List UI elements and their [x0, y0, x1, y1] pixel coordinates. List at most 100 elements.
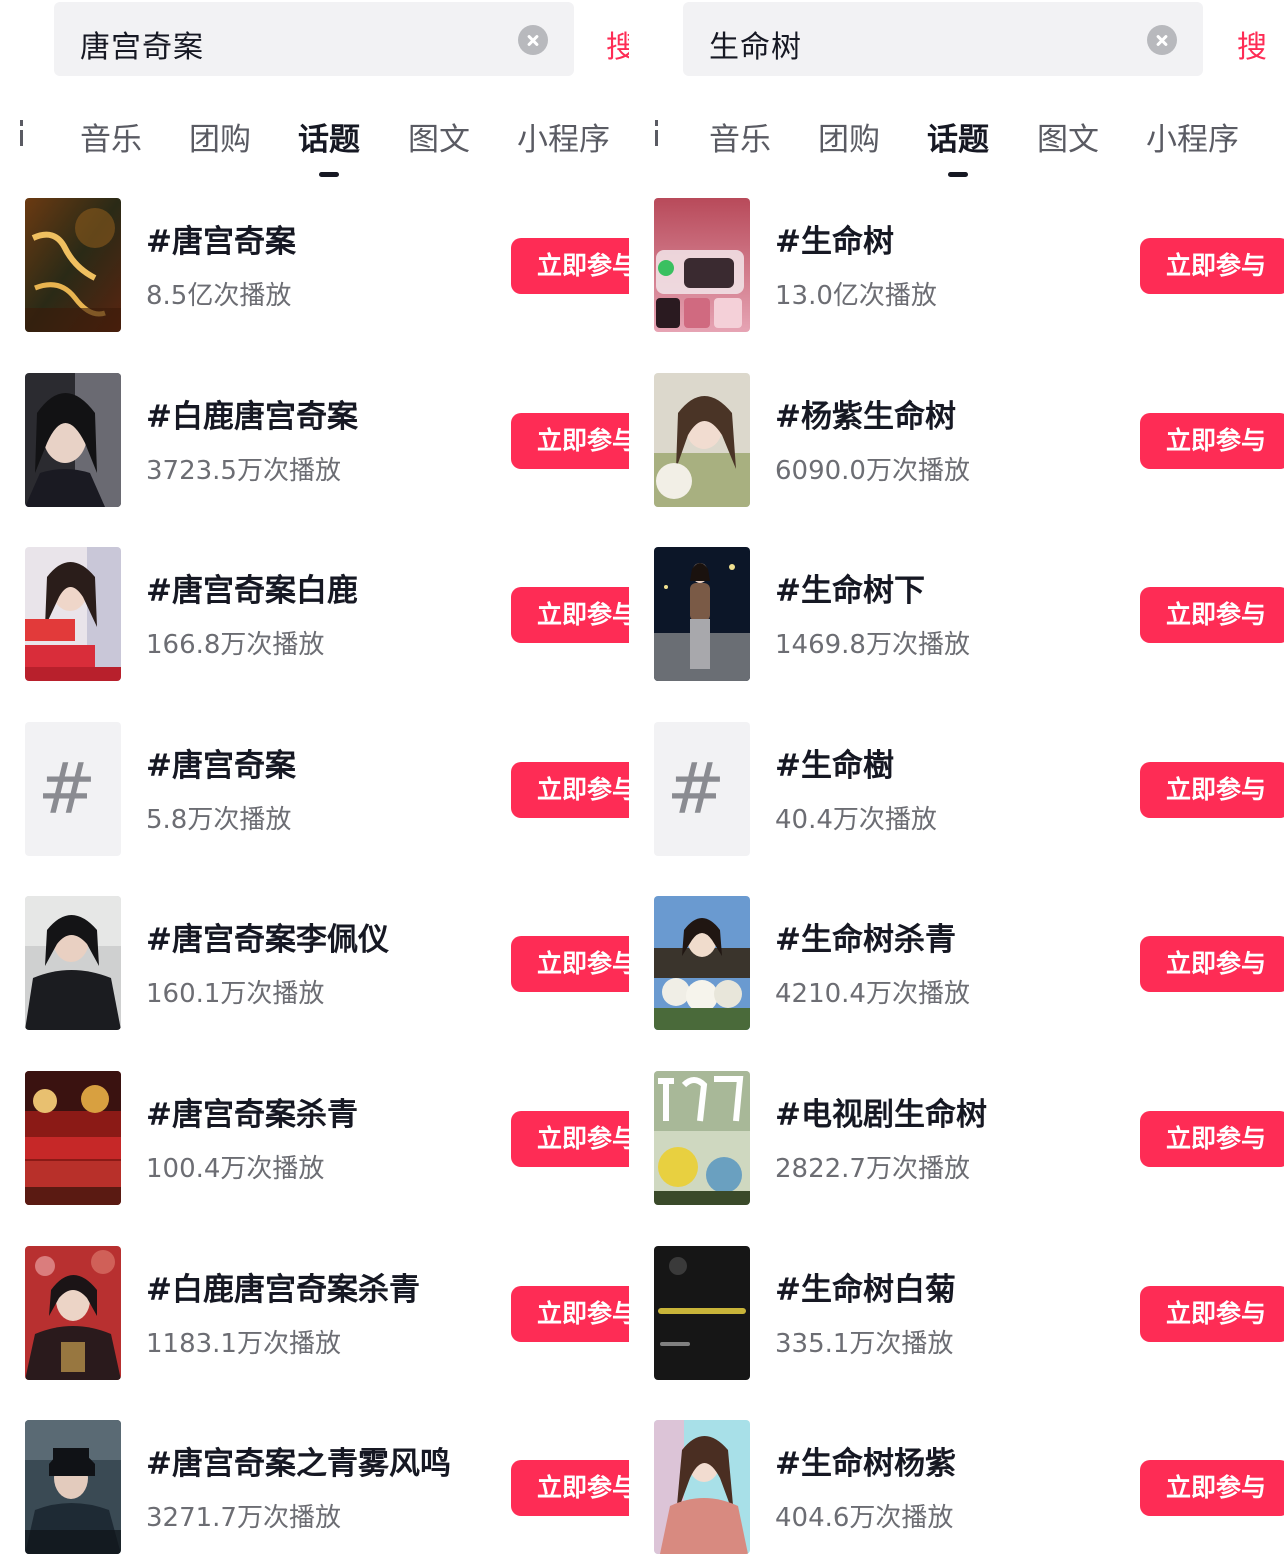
- tab-image-text[interactable]: 图文: [1037, 114, 1099, 159]
- topic-title: #生命树白菊: [775, 1272, 956, 1308]
- tab-mini-program[interactable]: 小程序: [517, 114, 610, 159]
- tab-topics[interactable]: 话题: [298, 114, 360, 159]
- play-count: 5.8万次播放: [146, 805, 292, 835]
- play-count: 335.1万次播放: [775, 1329, 954, 1359]
- list-item[interactable]: #生命树下 1469.8万次播放 立即参与: [629, 547, 1284, 683]
- tab-partial[interactable]: [20, 120, 24, 146]
- left-search-panel: 唐宫奇案 搜 音乐 团购 话题 图文 小程序 #唐宫奇案 8.5亿次播放 立即参…: [0, 0, 629, 1563]
- hashtag-icon: #: [666, 748, 726, 830]
- play-count: 1183.1万次播放: [146, 1329, 341, 1359]
- tab-image-text[interactable]: 图文: [408, 114, 470, 159]
- join-button[interactable]: 立即参与: [511, 762, 629, 818]
- join-button[interactable]: 立即参与: [511, 238, 629, 294]
- join-button[interactable]: 立即参与: [511, 1111, 629, 1167]
- topic-thumbnail: [654, 1420, 750, 1554]
- topic-thumbnail: [25, 896, 121, 1030]
- tab-group-buy[interactable]: 团购: [189, 114, 251, 159]
- join-button[interactable]: 立即参与: [511, 1460, 629, 1516]
- list-item[interactable]: #唐宫奇案 8.5亿次播放 立即参与: [0, 198, 629, 334]
- join-button[interactable]: 立即参与: [511, 587, 629, 643]
- list-item[interactable]: #白鹿唐宫奇案 3723.5万次播放 立即参与: [0, 373, 629, 509]
- search-bar: 唐宫奇案 搜: [0, 0, 629, 80]
- hashtag-icon: #: [37, 748, 97, 830]
- play-count: 2822.7万次播放: [775, 1154, 970, 1184]
- tab-music[interactable]: 音乐: [80, 114, 142, 159]
- list-item[interactable]: #白鹿唐宫奇案杀青 1183.1万次播放 立即参与: [0, 1246, 629, 1382]
- join-button[interactable]: 立即参与: [511, 413, 629, 469]
- topic-title: #白鹿唐宫奇案: [146, 399, 358, 435]
- play-count: 4210.4万次播放: [775, 979, 970, 1009]
- tab-music[interactable]: 音乐: [709, 114, 771, 159]
- topic-thumbnail: [25, 1246, 121, 1380]
- join-button[interactable]: 立即参与: [1140, 762, 1284, 818]
- topic-title: #生命树下: [775, 573, 925, 609]
- topic-title: #唐宫奇案: [146, 748, 296, 784]
- topic-thumbnail: #: [25, 722, 121, 856]
- tab-mini-program[interactable]: 小程序: [1146, 114, 1239, 159]
- search-input[interactable]: 生命树: [683, 2, 1203, 76]
- topic-title: #杨紫生命树: [775, 399, 956, 435]
- clear-icon[interactable]: [518, 25, 548, 55]
- topic-thumbnail: [25, 547, 121, 681]
- join-button[interactable]: 立即参与: [1140, 936, 1284, 992]
- topic-title: #生命树杀青: [775, 922, 956, 958]
- topic-title: #唐宫奇案白鹿: [146, 573, 358, 609]
- search-button[interactable]: 搜: [606, 22, 629, 66]
- topic-thumbnail: [654, 547, 750, 681]
- search-query: 唐宫奇案: [80, 30, 204, 65]
- list-item[interactable]: #唐宫奇案李佩仪 160.1万次播放 立即参与: [0, 896, 629, 1032]
- topic-thumbnail: [654, 896, 750, 1030]
- search-input[interactable]: 唐宫奇案: [54, 2, 574, 76]
- list-item[interactable]: #生命树 13.0亿次播放 立即参与: [629, 198, 1284, 334]
- play-count: 160.1万次播放: [146, 979, 325, 1009]
- topic-thumbnail: [654, 1071, 750, 1205]
- topic-title: #生命樹: [775, 748, 894, 784]
- tab-partial[interactable]: [655, 120, 659, 146]
- right-search-panel: 生命树 搜 音乐 团购 话题 图文 小程序 #生命树 13.0亿次播放 立即参与…: [629, 0, 1284, 1563]
- topic-title: #唐宫奇案李佩仪: [146, 922, 389, 958]
- join-button[interactable]: 立即参与: [1140, 1286, 1284, 1342]
- tab-bar: 音乐 团购 话题 图文 小程序: [629, 108, 1284, 178]
- topic-title: #唐宫奇案: [146, 224, 296, 260]
- list-item[interactable]: #生命树杨紫 404.6万次播放 立即参与: [629, 1420, 1284, 1556]
- join-button[interactable]: 立即参与: [511, 936, 629, 992]
- search-query: 生命树: [709, 30, 802, 65]
- play-count: 8.5亿次播放: [146, 281, 292, 311]
- list-item[interactable]: #电视剧生命树 2822.7万次播放 立即参与: [629, 1071, 1284, 1207]
- play-count: 166.8万次播放: [146, 630, 325, 660]
- join-button[interactable]: 立即参与: [1140, 587, 1284, 643]
- list-item[interactable]: #唐宫奇案之青雾风鸣 3271.7万次播放 立即参与: [0, 1420, 629, 1556]
- list-item[interactable]: #唐宫奇案白鹿 166.8万次播放 立即参与: [0, 547, 629, 683]
- topic-thumbnail: [654, 198, 750, 332]
- tab-bar: 音乐 团购 话题 图文 小程序: [0, 108, 629, 178]
- list-item[interactable]: #生命树白菊 335.1万次播放 立即参与: [629, 1246, 1284, 1382]
- play-count: 3723.5万次播放: [146, 456, 341, 486]
- tab-topics[interactable]: 话题: [927, 114, 989, 159]
- play-count: 100.4万次播放: [146, 1154, 325, 1184]
- join-button[interactable]: 立即参与: [1140, 1460, 1284, 1516]
- play-count: 13.0亿次播放: [775, 281, 937, 311]
- topic-thumbnail: [25, 1071, 121, 1205]
- list-item[interactable]: #唐宫奇案杀青 100.4万次播放 立即参与: [0, 1071, 629, 1207]
- topic-title: #生命树: [775, 224, 894, 260]
- active-tab-indicator: [948, 172, 968, 177]
- join-button[interactable]: 立即参与: [511, 1286, 629, 1342]
- clear-icon[interactable]: [1147, 25, 1177, 55]
- topic-title: #唐宫奇案之青雾风鸣: [146, 1446, 451, 1482]
- list-item[interactable]: #杨紫生命树 6090.0万次播放 立即参与: [629, 373, 1284, 509]
- topic-title: #电视剧生命树: [775, 1097, 987, 1133]
- topic-thumbnail: [654, 373, 750, 507]
- join-button[interactable]: 立即参与: [1140, 238, 1284, 294]
- list-item[interactable]: # #唐宫奇案 5.8万次播放 立即参与: [0, 722, 629, 858]
- list-item[interactable]: # #生命樹 40.4万次播放 立即参与: [629, 722, 1284, 858]
- tab-group-buy[interactable]: 团购: [818, 114, 880, 159]
- play-count: 404.6万次播放: [775, 1503, 954, 1533]
- search-bar: 生命树 搜: [629, 0, 1284, 80]
- list-item[interactable]: #生命树杀青 4210.4万次播放 立即参与: [629, 896, 1284, 1032]
- search-button[interactable]: 搜: [1237, 22, 1267, 66]
- join-button[interactable]: 立即参与: [1140, 1111, 1284, 1167]
- play-count: 6090.0万次播放: [775, 456, 970, 486]
- play-count: 3271.7万次播放: [146, 1503, 341, 1533]
- join-button[interactable]: 立即参与: [1140, 413, 1284, 469]
- topic-thumbnail: [25, 198, 121, 332]
